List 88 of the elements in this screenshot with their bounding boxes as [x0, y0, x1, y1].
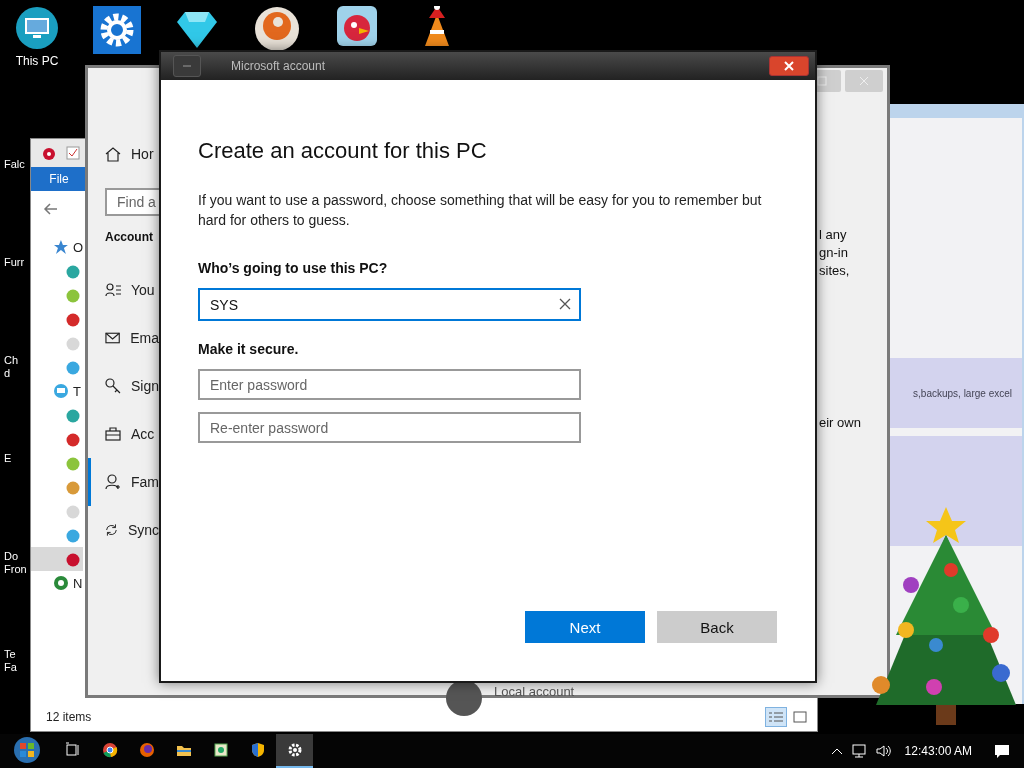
- clear-icon[interactable]: [559, 298, 571, 310]
- details-view-icon: [769, 711, 783, 723]
- settings-icon: [286, 742, 303, 758]
- ball-icon: [254, 6, 300, 52]
- globe-icon: [53, 575, 69, 591]
- home-link[interactable]: Hor: [131, 146, 154, 162]
- nav-item[interactable]: Fam: [131, 474, 159, 490]
- close-icon: [784, 61, 794, 71]
- account-name: Local account: [494, 683, 575, 699]
- thumbnail-view-icon: [793, 711, 807, 723]
- desktop-icon-label[interactable]: Te: [4, 648, 30, 661]
- browser-icon: [138, 742, 155, 758]
- window-title: Microsoft account: [231, 59, 327, 73]
- panel-text: s,backups, large excel: [913, 387, 1012, 399]
- taskbar-button[interactable]: [276, 734, 313, 768]
- sync-icon: [105, 522, 118, 538]
- desktop-icon-label[interactable]: Do: [4, 550, 30, 563]
- intro-text: If you want to use a password, choose something that will be easy for you to remember but hard for others to guess.: [198, 191, 763, 230]
- close-button[interactable]: [769, 56, 809, 76]
- desktop-icon-label[interactable]: Furr: [4, 256, 30, 269]
- body-text: sites,: [819, 262, 851, 280]
- shield-icon: [249, 742, 266, 758]
- checklist-icon: [65, 145, 81, 161]
- windows-logo-icon: [13, 736, 41, 764]
- desktop-icon-label[interactable]: Fa: [4, 661, 30, 674]
- briefcase-icon: [105, 426, 121, 442]
- user-name-field[interactable]: SYS: [198, 288, 581, 321]
- key-icon: [105, 378, 121, 394]
- globe-icon: [53, 383, 69, 399]
- nav-item[interactable]: Sign: [130, 378, 159, 394]
- person-list-icon: [105, 282, 121, 298]
- person-add-icon: [105, 474, 121, 490]
- minimize-icon: [182, 64, 192, 68]
- ornament-icon[interactable]: [65, 431, 81, 447]
- close-icon: [859, 76, 869, 86]
- ornament-icon[interactable]: [65, 407, 81, 423]
- clock[interactable]: 12:43:00 AM: [904, 744, 972, 758]
- desktop-icon-label[interactable]: d: [4, 367, 30, 380]
- ornament-icon[interactable]: [65, 551, 81, 567]
- field-label: Make it secure.: [198, 341, 300, 357]
- nav-item[interactable]: Acc: [131, 426, 155, 442]
- nav-item[interactable]: You: [131, 282, 155, 298]
- bird-icon: [337, 6, 377, 46]
- ornament-icon[interactable]: [65, 263, 81, 279]
- desktop-icon-label[interactable]: Falc: [4, 158, 30, 171]
- app-icon: [212, 742, 229, 758]
- body-text: eir own: [819, 414, 862, 432]
- ornament-icon[interactable]: [65, 527, 81, 543]
- tree-item[interactable]: T: [73, 383, 81, 399]
- file-tab[interactable]: File: [31, 167, 87, 191]
- monitor-globe-icon: [15, 6, 59, 50]
- field-label: Who’s going to use this PC?: [198, 260, 389, 276]
- desktop-icon-label[interactable]: Fron: [4, 563, 30, 576]
- body-text: gn-in: [819, 244, 849, 262]
- mail-icon: [105, 330, 121, 346]
- minimize-button[interactable]: [173, 55, 201, 77]
- tree-item[interactable]: O: [72, 239, 83, 255]
- desktop-icon-label[interactable]: Ch: [4, 354, 30, 367]
- next-button[interactable]: Next: [525, 611, 645, 643]
- back-arrow-icon: [43, 201, 59, 217]
- home-icon: [105, 146, 121, 162]
- nav-item[interactable]: Sync: [127, 522, 159, 538]
- ornament-icon: [41, 145, 57, 161]
- search-field[interactable]: Find a: [105, 188, 159, 216]
- network-icon: [850, 743, 867, 759]
- ornament-icon[interactable]: [65, 311, 81, 327]
- details-view-button[interactable]: [765, 707, 787, 727]
- status-text: 12 items: [46, 710, 92, 724]
- gear-icon: [93, 6, 141, 54]
- volume-icon: [874, 743, 891, 759]
- browser-icon: [101, 742, 118, 758]
- ornament-icon[interactable]: [65, 359, 81, 375]
- dialog-heading: Create an account for this PC: [198, 138, 488, 164]
- body-text: l any: [819, 226, 848, 244]
- selected-row[interactable]: [31, 547, 83, 571]
- section-heading: Account: [105, 230, 153, 244]
- desktop-icon-label[interactable]: E: [4, 452, 30, 465]
- ornament-icon[interactable]: [65, 479, 81, 495]
- task-view-icon: [64, 742, 81, 758]
- notification-icon: [994, 743, 1010, 759]
- password-field[interactable]: Re-enter password: [198, 412, 581, 443]
- nav-item[interactable]: Ema: [130, 330, 159, 346]
- password-field[interactable]: Enter password: [198, 369, 581, 400]
- star-icon: [53, 239, 69, 255]
- desktop-icon-label[interactable]: This PC: [15, 54, 59, 68]
- tree-item[interactable]: N: [73, 575, 83, 591]
- maximize-icon: [817, 76, 827, 86]
- back-button[interactable]: Back: [657, 611, 777, 643]
